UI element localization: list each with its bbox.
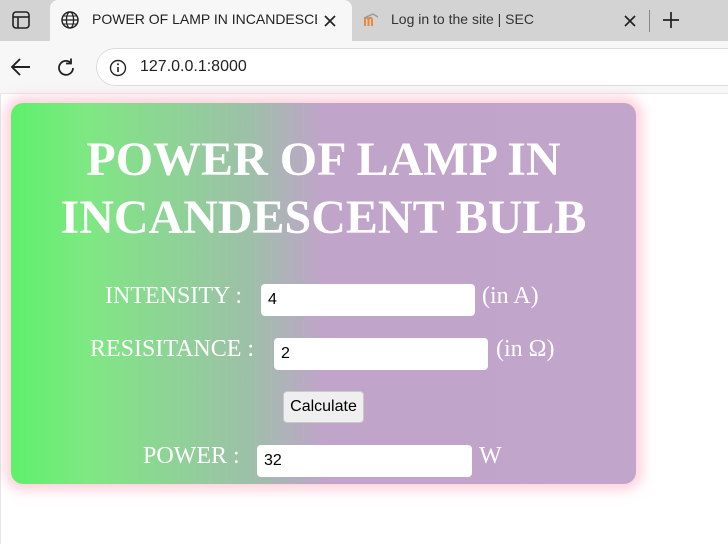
address-bar[interactable]: 127.0.0.1:8000 <box>96 48 728 86</box>
power-output[interactable] <box>257 445 472 477</box>
site-info-icon[interactable] <box>109 59 127 77</box>
close-tab-icon[interactable] <box>622 13 638 29</box>
tab-actions-icon[interactable] <box>11 10 31 30</box>
url-text: 127.0.0.1:8000 <box>140 58 247 75</box>
intensity-unit: (in A) <box>482 283 539 309</box>
browser-toolbar: 127.0.0.1:8000 <box>0 41 728 93</box>
title-line-2: INCANDESCENT BULB <box>60 191 587 244</box>
moodle-icon <box>363 13 379 26</box>
power-unit: W <box>479 443 502 469</box>
title-line-1: POWER OF LAMP IN <box>86 133 561 186</box>
globe-icon <box>61 11 79 29</box>
resistance-unit: (in Ω) <box>496 336 555 362</box>
tab-divider <box>649 10 650 32</box>
page-title: POWER OF LAMP IN INCANDESCENT BULB <box>11 131 636 247</box>
power-label: POWER : <box>143 443 240 469</box>
tab-inactive[interactable]: Log in to the site | SEC <box>352 0 648 41</box>
reload-icon[interactable] <box>55 57 77 79</box>
intensity-label: INTENSITY : <box>105 283 243 309</box>
resistance-label: RESISITANCE : <box>90 336 255 362</box>
back-arrow-icon[interactable] <box>10 57 32 77</box>
calculator-card: POWER OF LAMP IN INCANDESCENT BULB INTEN… <box>11 103 636 484</box>
intensity-input[interactable] <box>261 284 475 316</box>
close-tab-icon[interactable] <box>322 13 338 29</box>
tab-title: Log in to the site | SEC <box>391 11 534 27</box>
resistance-input[interactable] <box>274 338 488 370</box>
new-tab-icon[interactable] <box>661 10 681 30</box>
calculate-button[interactable]: Calculate <box>283 391 364 423</box>
tab-title: POWER OF LAMP IN INCANDESCENT BULB <box>92 11 317 27</box>
tab-strip: POWER OF LAMP IN INCANDESCENT BULB Log i… <box>0 0 728 42</box>
tab-active[interactable]: POWER OF LAMP IN INCANDESCENT BULB <box>50 0 352 42</box>
